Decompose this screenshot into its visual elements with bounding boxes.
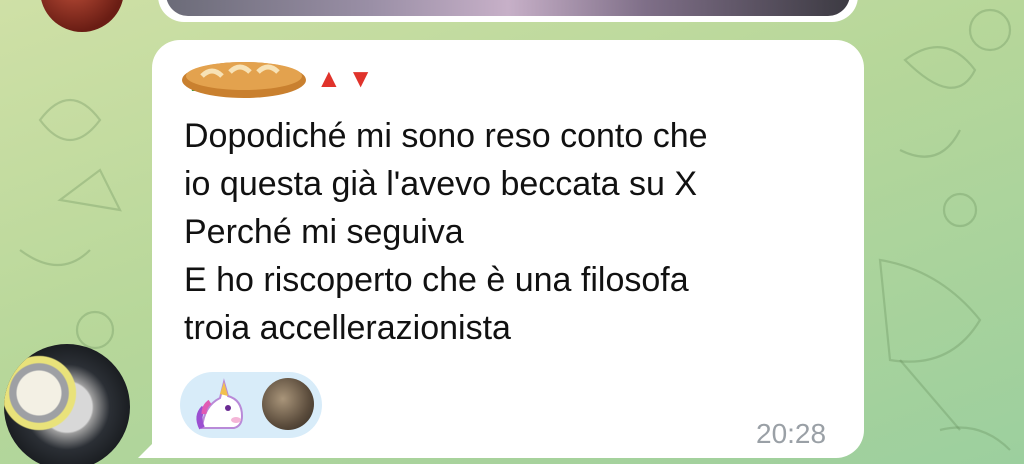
reactor-avatar[interactable] xyxy=(262,378,314,430)
unicorn-icon[interactable] xyxy=(192,378,246,432)
baguette-icon: M...o xyxy=(178,54,310,102)
avatar-splash-graphic xyxy=(4,350,82,436)
upvote-icon: ▲ xyxy=(316,63,342,93)
sender-avatar[interactable] xyxy=(4,344,130,464)
message-time: 20:28 xyxy=(756,418,827,449)
message-text: Dopodiché mi sono reso conto che io ques… xyxy=(184,117,708,347)
previous-message-bubble[interactable] xyxy=(158,0,858,22)
reactions-pill[interactable] xyxy=(180,372,322,438)
chat-background: M...o ▲ ▼ Dopodiché mi sono reso conto c… xyxy=(0,0,1024,464)
downvote-icon: ▼ xyxy=(347,63,374,93)
sender-header[interactable]: M...o ▲ ▼ xyxy=(178,54,373,102)
previous-media-thumbnail[interactable] xyxy=(166,0,850,16)
